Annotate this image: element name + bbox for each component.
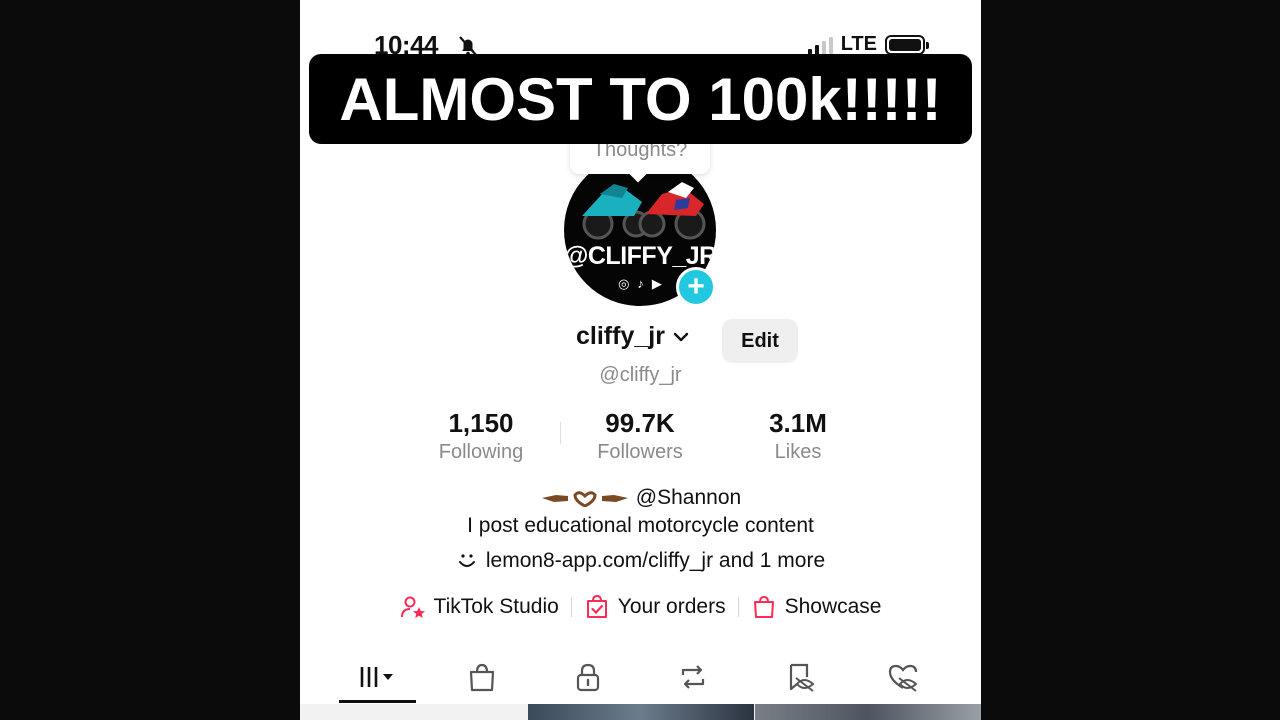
order-check-icon — [586, 594, 607, 618]
lock-icon — [576, 663, 600, 692]
tab-liked[interactable] — [863, 650, 943, 704]
active-tab-indicator — [339, 700, 416, 703]
bio-text: I post educational motorcycle content — [467, 514, 814, 537]
display-name: cliffy_jr — [576, 322, 665, 350]
likes-label: Likes — [774, 441, 822, 463]
stat-likes[interactable]: 3.1M Likes — [723, 408, 873, 464]
creator-shortcuts: TikTok Studio Your orders Showcase — [300, 594, 981, 620]
stat-followers[interactable]: 99.7K Followers — [565, 408, 715, 464]
profile-handle: @cliffy_jr — [599, 364, 682, 386]
showcase-label: Showcase — [784, 595, 882, 618]
videos-grid-icon — [360, 667, 393, 687]
tab-reposts[interactable] — [653, 650, 733, 704]
liked-heart-icon — [888, 664, 918, 692]
instagram-icon: ◎ — [618, 276, 630, 291]
caption-text: ALMOST TO 100k!!!!! — [339, 65, 942, 133]
following-label: Following — [438, 441, 524, 463]
shopping-bag-icon — [753, 595, 774, 618]
youtube-icon: ▶ — [651, 276, 662, 291]
lemon8-icon — [458, 554, 475, 567]
tab-videos[interactable] — [337, 650, 417, 704]
tiktok-studio-button[interactable]: TikTok Studio — [388, 594, 571, 620]
favorites-eye-icon — [789, 663, 815, 692]
followers-label: Followers — [597, 441, 683, 463]
followers-count: 99.7K — [605, 408, 675, 438]
tab-favorites[interactable] — [760, 650, 840, 704]
tab-shop[interactable] — [442, 650, 522, 704]
battery-icon — [885, 34, 929, 55]
following-count: 1,150 — [448, 408, 514, 438]
network-type: LTE — [840, 33, 877, 55]
status-indicators: LTE — [807, 33, 929, 56]
likes-count: 3.1M — [769, 408, 827, 438]
bio-link-text: lemon8-app.com/cliffy_jr and 1 more — [485, 549, 826, 572]
stat-divider — [560, 422, 561, 444]
bio-link[interactable]: lemon8-app.com/cliffy_jr and 1 more — [300, 549, 981, 573]
bio-mention-line: @Shannon — [300, 486, 981, 510]
creator-star-icon — [400, 596, 425, 618]
tiktok-studio-label: TikTok Studio — [433, 595, 559, 618]
video-thumbnail[interactable] — [528, 704, 754, 720]
pointing-heart-emoji-icon — [540, 489, 630, 507]
chevron-down-icon — [673, 332, 689, 341]
bio-mention[interactable]: @Shannon — [636, 486, 741, 510]
tiktok-icon: ♪ — [637, 276, 644, 291]
profile-tabs — [300, 650, 981, 705]
showcase-button[interactable]: Showcase — [739, 594, 894, 620]
caption-banner: ALMOST TO 100k!!!!! — [309, 54, 972, 144]
shop-bag-icon — [469, 663, 495, 692]
your-orders-label: Your orders — [617, 595, 726, 618]
your-orders-button[interactable]: Your orders — [572, 594, 738, 620]
signal-icon — [807, 35, 833, 55]
edit-profile-button[interactable]: Edit — [722, 319, 798, 363]
stat-following[interactable]: 1,150 Following — [406, 408, 556, 464]
repost-icon — [681, 665, 705, 689]
tab-private[interactable] — [548, 650, 628, 704]
video-thumbnail[interactable] — [755, 704, 981, 720]
add-story-button[interactable]: + — [676, 267, 716, 307]
account-switcher[interactable]: cliffy_jr — [576, 322, 691, 351]
